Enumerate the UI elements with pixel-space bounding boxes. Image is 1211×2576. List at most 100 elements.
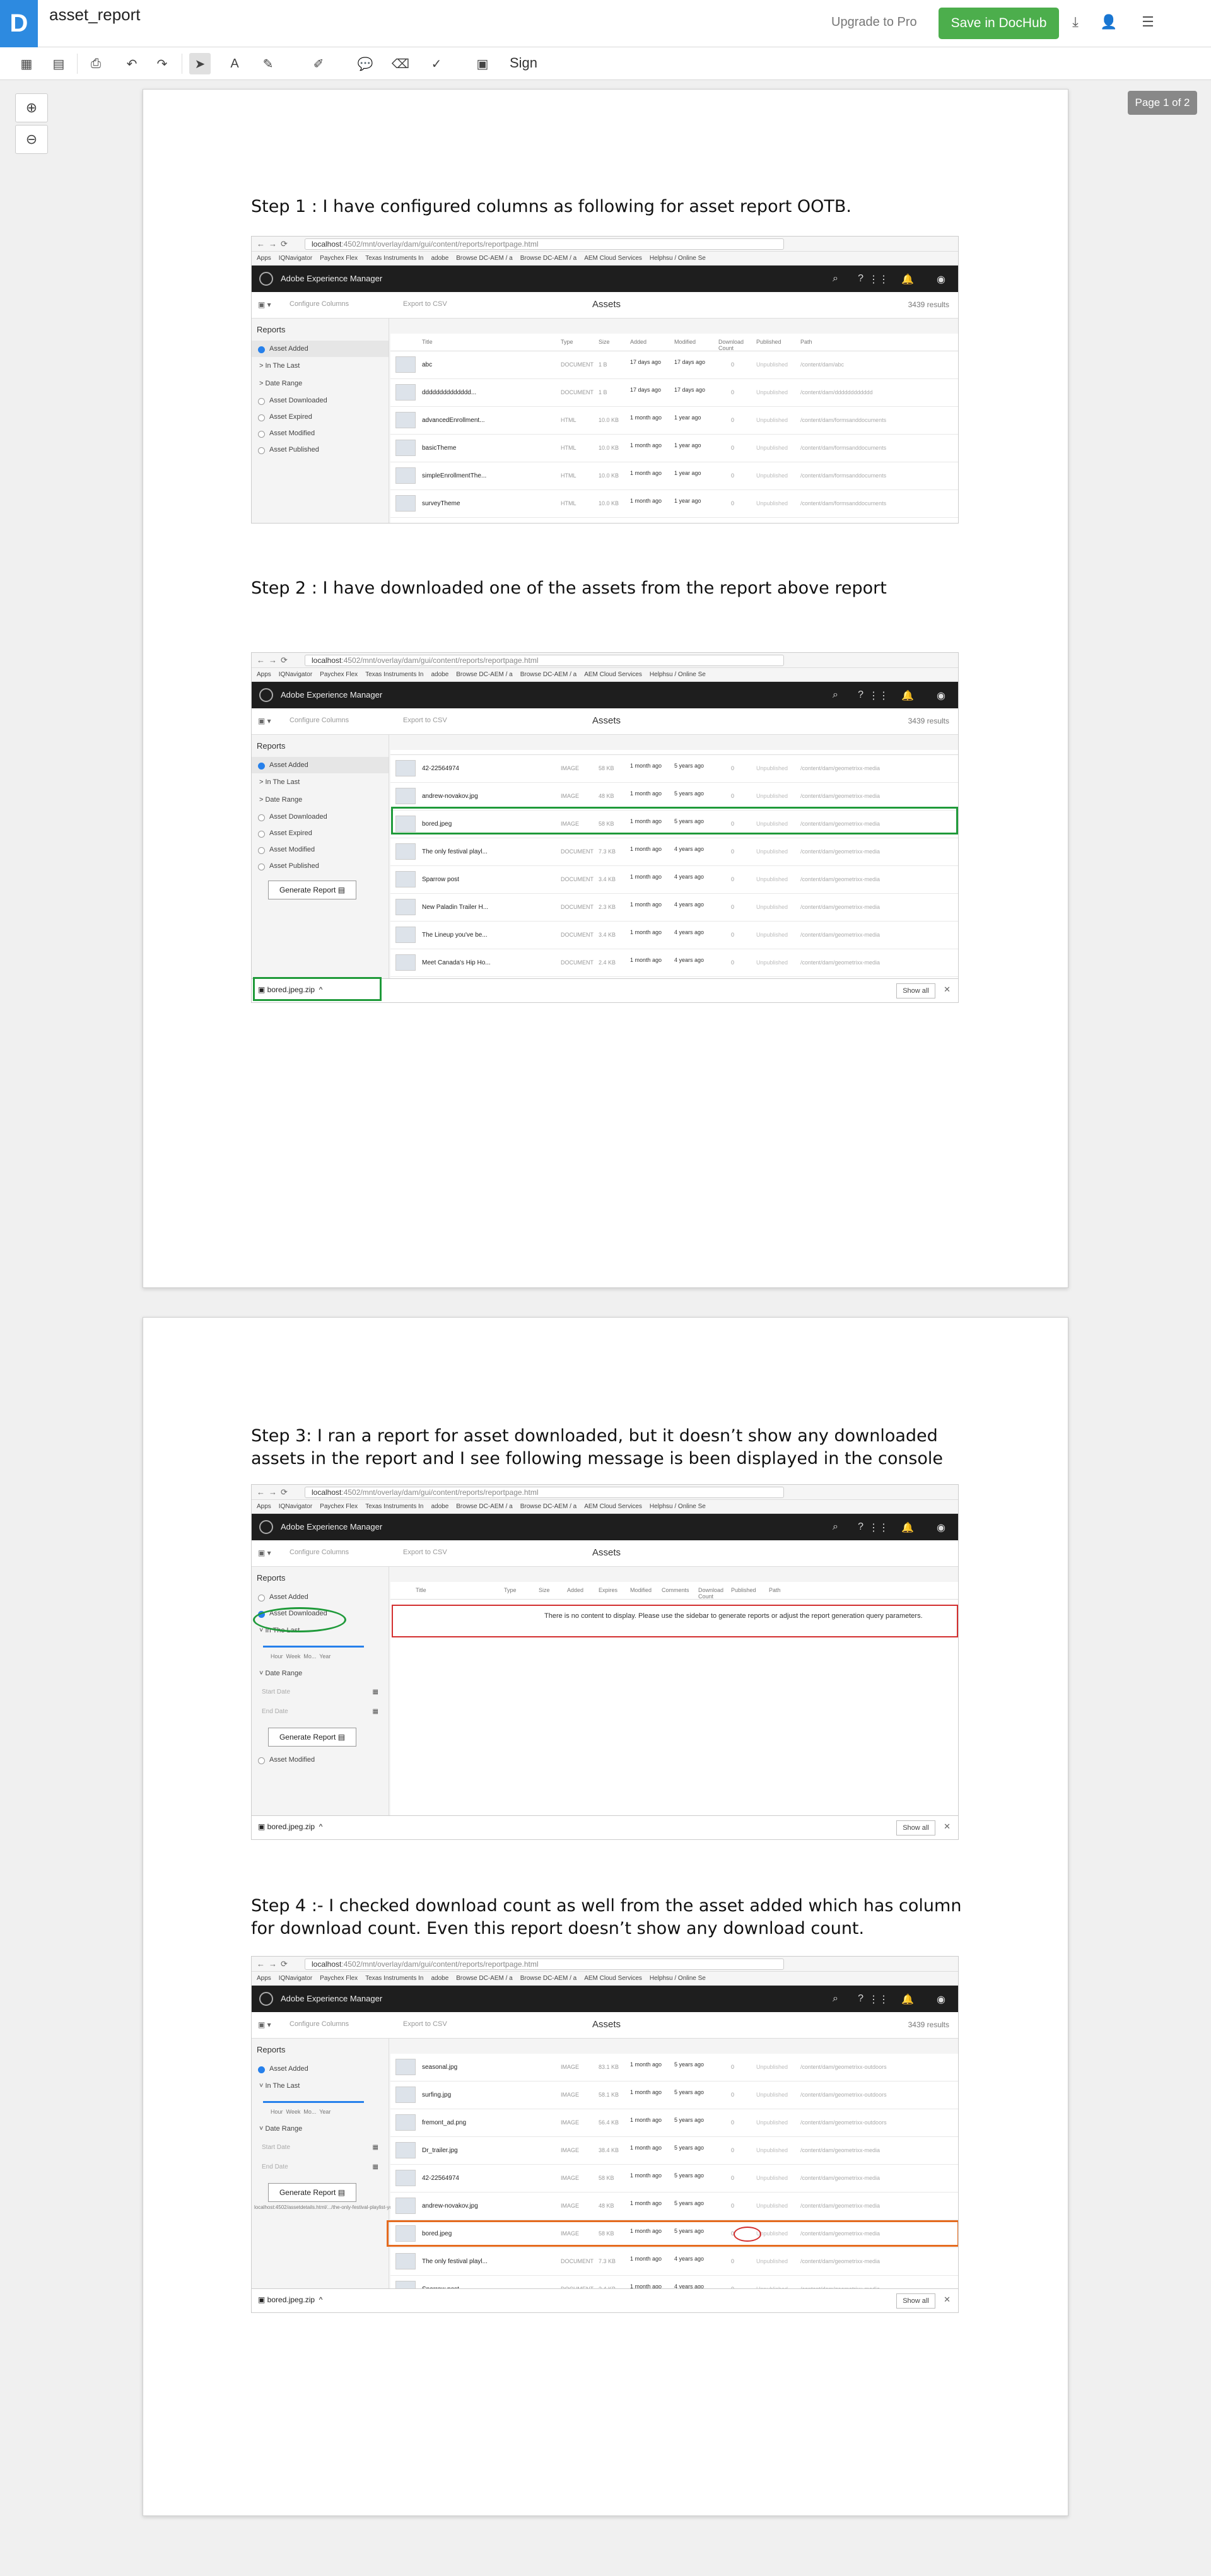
asset-modified: 5 years ago xyxy=(674,2172,705,2179)
filter-group: > In The Last xyxy=(259,778,300,786)
filter-item: Asset Modified xyxy=(252,1752,389,1768)
browser-nav-icons: ←→⟳ xyxy=(257,1959,291,1969)
browser-address-row: ←→⟳ localhost:4502/mnt/overlay/dam/gui/co… xyxy=(252,1957,958,1972)
asset-name: 42-22564974 xyxy=(422,2175,459,2182)
bookmark: Browse DC-AEM / a xyxy=(520,255,577,262)
asset-modified: 5 years ago xyxy=(674,763,705,769)
report-table: Title Type Size Added Expires Modified Comment… xyxy=(390,1582,958,1817)
print-icon[interactable]: ⎙ xyxy=(85,53,107,74)
grid-icon[interactable]: ▦ xyxy=(16,53,37,74)
published-status: Unpublished xyxy=(756,472,788,479)
url-path: :4502/mnt/overlay/dam/gui/content/report… xyxy=(341,1488,539,1497)
report-table: 42-22564974 IMAGE 58 KB 1 month ago 5 years … xyxy=(390,750,958,980)
asset-path: /content/dam/geometrixx-media xyxy=(800,932,880,938)
configure-columns: Configure Columns xyxy=(290,300,349,308)
download-count: 0 xyxy=(731,2147,735,2153)
upgrade-link[interactable]: Upgrade to Pro xyxy=(831,15,917,30)
sidebar-icon[interactable]: ▤ xyxy=(48,53,69,74)
highlight-empty-message: There is no content to display. Please u… xyxy=(392,1605,958,1637)
asset-name: dddddddddddddd... xyxy=(422,389,477,396)
pen-tool-icon[interactable]: ✎ xyxy=(257,53,279,74)
highlight-bored-jpeg-row xyxy=(387,2220,958,2247)
table-row: abc DOCUMENT 1 B 17 days ago 17 days ago 0 Unp… xyxy=(390,351,958,379)
download-filename: bored.jpeg.zip xyxy=(267,1822,315,1831)
zoom-out-icon[interactable]: ⊖ xyxy=(15,125,48,154)
save-in-dochub-button[interactable]: Save in DocHub xyxy=(939,8,1059,39)
bookmark: Apps xyxy=(257,255,271,262)
start-date-placeholder: Start Date xyxy=(262,2144,291,2151)
column-header: Expires xyxy=(599,1587,618,1593)
asset-name: simpleEnrollmentThe... xyxy=(422,472,487,479)
asset-name: surfing.jpg xyxy=(422,2092,452,2099)
screenshot-step-3: ←→⟳ localhost:4502/mnt/overlay/dam/gui/co… xyxy=(251,1484,959,1840)
asset-modified: 5 years ago xyxy=(674,2089,705,2095)
calendar-icon: ▦ xyxy=(372,1708,378,1715)
download-count: 0 xyxy=(731,932,735,938)
show-all-button: Show all xyxy=(896,1820,935,1835)
search-icon: ⌕ xyxy=(833,1993,838,2004)
generate-report-label: Generate Report xyxy=(279,2188,336,2197)
download-count: 0 xyxy=(731,500,735,506)
table-row: Sparrow post DOCUMENT 3.4 KB 1 month ago 4 y… xyxy=(390,866,958,894)
filter-item: Asset Added xyxy=(252,2061,389,2077)
download-icon[interactable]: ⤓ xyxy=(1066,14,1085,33)
filter-group-label: Date Range xyxy=(265,1670,303,1677)
asset-path: /content/dam/geometrixx-outdoors xyxy=(800,2092,887,2098)
comment-icon[interactable]: 💬 xyxy=(354,53,376,74)
aem-title: Adobe Experience Manager xyxy=(281,1522,383,1531)
share-user-icon[interactable]: 👤 xyxy=(1099,14,1118,33)
zoom-in-icon[interactable]: ⊕ xyxy=(15,93,48,122)
bookmark: Paychex Flex xyxy=(320,671,358,678)
export-csv: Export to CSV xyxy=(403,717,447,724)
table-row: 42-22564974 IMAGE 58 KB 1 month ago 5 years … xyxy=(390,2165,958,2193)
column-header: Added xyxy=(567,1587,584,1593)
menu-icon[interactable]: ☰ xyxy=(1138,14,1157,33)
asset-path: /content/dam/formsanddocuments xyxy=(800,417,887,423)
url-host: localhost xyxy=(312,656,342,665)
start-date-field: Start Date ▦ xyxy=(252,2138,389,2157)
bookmark: Apps xyxy=(257,1503,271,1510)
help-icon: ? xyxy=(858,273,863,284)
undo-icon[interactable]: ↶ xyxy=(121,53,143,74)
asset-size: 56.4 KB xyxy=(599,2119,619,2126)
asset-path: /content/dam/geometrixx-media xyxy=(800,2258,880,2264)
dochub-logo[interactable]: D xyxy=(0,0,38,47)
url-bar: localhost:4502/mnt/overlay/dam/gui/conte… xyxy=(305,655,784,666)
aem-logo-icon xyxy=(259,688,273,702)
checkmark-icon[interactable]: ✓ xyxy=(426,53,447,74)
asset-size: 10.0 KB xyxy=(599,472,619,479)
download-count: 0 xyxy=(731,472,735,479)
aem-header: Adobe Experience Manager ⌕? ⋮⋮ 🔔 ◉ xyxy=(252,266,958,292)
help-icon: ? xyxy=(858,689,863,700)
redo-icon[interactable]: ↷ xyxy=(151,53,173,74)
asset-size: 10.0 KB xyxy=(599,417,619,423)
document-title[interactable]: asset_report xyxy=(49,5,141,25)
filter-group: > In The Last xyxy=(259,362,300,370)
column-header: Path xyxy=(769,1587,781,1593)
asset-name: Sparrow post xyxy=(422,876,459,883)
select-pointer-icon[interactable]: ➤ xyxy=(189,53,211,74)
asset-type: DOCUMENT xyxy=(561,904,594,910)
eraser-icon[interactable]: ⌫ xyxy=(390,53,411,74)
thumbnail xyxy=(395,412,416,428)
text-tool-icon[interactable]: A xyxy=(224,53,245,74)
aem-header: Adobe Experience Manager ⌕? ⋮⋮ 🔔 ◉ xyxy=(252,1514,958,1540)
bookmark: AEM Cloud Services xyxy=(584,1503,642,1510)
asset-added: 1 month ago xyxy=(630,2172,662,2179)
apps-icon: ⋮⋮ xyxy=(869,274,889,285)
highlighter-icon[interactable]: ✐ xyxy=(308,53,329,74)
search-icon: ⌕ xyxy=(833,1521,838,1532)
asset-added: 1 month ago xyxy=(630,874,662,880)
bookmark: Texas Instruments In xyxy=(365,1503,424,1510)
image-icon[interactable]: ▣ xyxy=(472,53,493,74)
asset-path: /content/dam/formsanddocuments xyxy=(800,445,887,451)
results-count: 3439 results xyxy=(908,717,949,725)
asset-size: 48 KB xyxy=(599,793,614,799)
asset-type: IMAGE xyxy=(561,2147,580,2153)
asset-modified: 4 years ago xyxy=(674,901,705,908)
asset-added: 1 month ago xyxy=(630,2256,662,2262)
column-header: Size xyxy=(539,1587,550,1593)
asset-modified: 5 years ago xyxy=(674,2061,705,2068)
asset-name: andrew-novakov.jpg xyxy=(422,2203,478,2210)
sign-button[interactable]: Sign xyxy=(510,55,537,71)
